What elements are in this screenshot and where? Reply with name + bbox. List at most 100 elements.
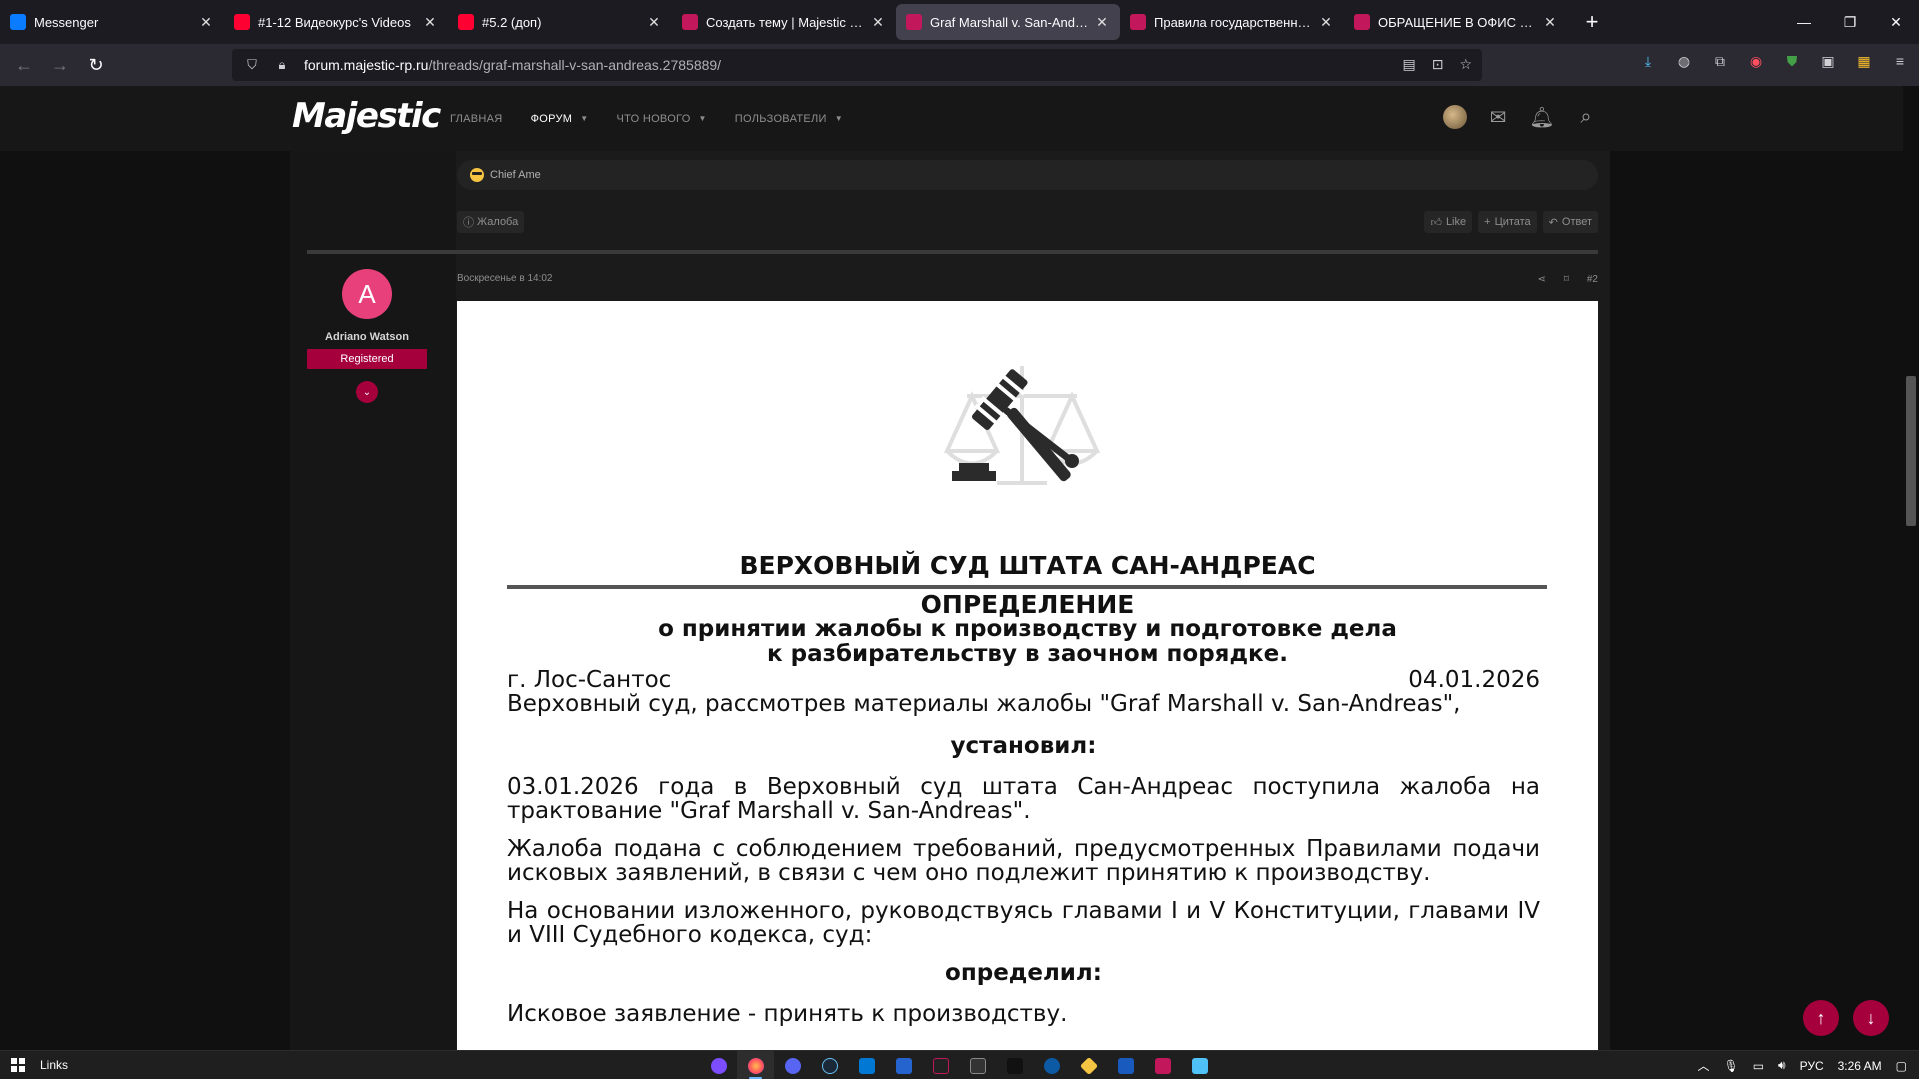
- close-tab-icon[interactable]: ✕: [1094, 14, 1110, 30]
- notes-extension-icon[interactable]: ▣: [1819, 52, 1837, 70]
- start-button[interactable]: [0, 1051, 36, 1079]
- bell-icon[interactable]: 🔔︎: [1529, 104, 1555, 130]
- tray-chevron-icon[interactable]: ︿: [1697, 1057, 1709, 1074]
- heading-rule: [507, 585, 1547, 589]
- lock-icon[interactable]: 🔒︎: [274, 57, 290, 73]
- orb-icon: [710, 1057, 727, 1074]
- search-icon[interactable]: ⌕: [1573, 104, 1599, 130]
- post-number[interactable]: #2: [1587, 274, 1598, 285]
- restore-button[interactable]: ❐: [1827, 0, 1873, 44]
- bookmark-star-icon[interactable]: ☆: [1459, 56, 1472, 73]
- menu-users[interactable]: ПОЛЬЗОВАТЕЛИ ▼: [735, 113, 843, 125]
- taskbar-app-edge[interactable]: [1033, 1051, 1070, 1079]
- close-tab-icon[interactable]: ✕: [1318, 14, 1334, 30]
- shield-icon[interactable]: ⛉: [244, 57, 260, 73]
- taskbar-app-word[interactable]: [1107, 1051, 1144, 1079]
- site-header: Majestic ГЛАВНАЯ ФОРУМ ▼ ЧТО НОВОГО ▼ ПОЛЬ…: [0, 86, 1919, 151]
- extension-globe-icon[interactable]: ◍: [1675, 52, 1693, 70]
- network-icon[interactable]: ▭: [1753, 1059, 1764, 1073]
- taskbar-app-powershell[interactable]: [996, 1051, 1033, 1079]
- close-tab-icon[interactable]: ✕: [422, 14, 438, 30]
- back-button[interactable]: ←: [6, 49, 42, 81]
- reload-button[interactable]: ↻: [78, 49, 114, 81]
- determined-heading: определил:: [945, 960, 1102, 986]
- user-avatar[interactable]: [1443, 105, 1467, 129]
- close-tab-icon[interactable]: ✕: [646, 14, 662, 30]
- pocket-icon[interactable]: ⊡: [1432, 56, 1444, 73]
- links-toolbar[interactable]: Links: [40, 1058, 68, 1072]
- browser-tab[interactable]: ОБРАЩЕНИЕ В ОФИС ГЕНЕРАЛЬНОГО ✕: [1344, 4, 1568, 40]
- taskbar-app-majestic[interactable]: [1144, 1051, 1181, 1079]
- reply-label: Ответ: [1561, 216, 1592, 228]
- taskbar-app-discord[interactable]: [774, 1051, 811, 1079]
- browser-tab[interactable]: Правила государственных организаций ✕: [1120, 4, 1344, 40]
- browser-tab[interactable]: Graf Marshall v. San-Andreas | Majestic ✕: [896, 4, 1120, 40]
- taskbar-app-vscode[interactable]: [848, 1051, 885, 1079]
- taskbar-app-todo[interactable]: [885, 1051, 922, 1079]
- quote-button[interactable]: + Цитата: [1478, 211, 1537, 233]
- close-tab-icon[interactable]: ✕: [1542, 14, 1558, 30]
- browser-tab[interactable]: Создать тему | Majestic Role Play ✕: [672, 4, 896, 40]
- author-name[interactable]: Adriano Watson: [307, 331, 427, 343]
- page-scrollbar[interactable]: [1903, 86, 1919, 1050]
- language-indicator[interactable]: РУС: [1800, 1059, 1824, 1073]
- scrollbar-thumb[interactable]: [1906, 376, 1916, 526]
- address-bar[interactable]: ⛉ 🔒︎ forum.majestic-rp.ru/threads/graf-m…: [232, 49, 1482, 81]
- menu-forum[interactable]: ФОРУМ ▼: [531, 113, 589, 125]
- chevron-down-icon: ▼: [834, 114, 843, 123]
- document-body: г. Лос-Сантос 04.01.2026 Верховный суд, …: [507, 668, 1540, 1040]
- taskbar-app-terminal[interactable]: [959, 1051, 996, 1079]
- taskbar-app-orb[interactable]: [700, 1051, 737, 1079]
- report-button[interactable]: ⓘ Жалоба: [457, 211, 525, 233]
- forward-button[interactable]: →: [42, 49, 78, 81]
- close-tab-icon[interactable]: ✕: [198, 14, 214, 30]
- majestic-icon: [1130, 14, 1146, 30]
- tab-title: Graf Marshall v. San-Andreas | Majestic: [930, 14, 1088, 30]
- screenshot-icon[interactable]: ◉: [1747, 52, 1765, 70]
- volume-icon[interactable]: 🔊︎: [1778, 1058, 1786, 1073]
- clock[interactable]: 3:26 AM: [1838, 1059, 1882, 1073]
- downloads-icon[interactable]: ⤓: [1639, 52, 1657, 70]
- taskbar-app-rider[interactable]: [922, 1051, 959, 1079]
- new-tab-button[interactable]: +: [1576, 6, 1608, 38]
- expand-author-button[interactable]: ⌄: [356, 381, 378, 403]
- browser-tab[interactable]: #1-12 Видеокурс's Videos ✕: [224, 4, 448, 40]
- document-title: ОПРЕДЕЛЕНИЕ о принятии жалобы к производ…: [457, 592, 1598, 667]
- grid-extension-icon[interactable]: ▦: [1855, 52, 1873, 70]
- reader-view-icon[interactable]: ▤: [1402, 56, 1415, 73]
- taskbar-app-firefox[interactable]: [737, 1051, 774, 1079]
- bookmark-icon[interactable]: ⌑: [1564, 274, 1569, 285]
- majestic-icon: [906, 14, 922, 30]
- chevron-down-icon: ⌄: [362, 386, 372, 398]
- reaction-bar[interactable]: Chief Ame: [457, 160, 1598, 190]
- browser-tab[interactable]: Messenger ✕: [0, 4, 224, 40]
- like-button[interactable]: 👍︎ Like: [1424, 211, 1473, 233]
- minimize-button[interactable]: —: [1781, 0, 1827, 44]
- scroll-top-button[interactable]: ↑: [1803, 1000, 1839, 1036]
- browser-tab-strip: Messenger ✕ #1-12 Видеокурс's Videos ✕ #5.2 …: [0, 0, 1919, 44]
- close-tab-icon[interactable]: ✕: [870, 14, 886, 30]
- close-window-button[interactable]: ✕: [1873, 0, 1919, 44]
- taskbar-app-git[interactable]: [1070, 1051, 1107, 1079]
- menu-hamburger-icon[interactable]: ≡: [1891, 52, 1909, 70]
- menu-forum-label: ФОРУМ: [530, 112, 573, 125]
- scroll-bottom-button[interactable]: ↓: [1853, 1000, 1889, 1036]
- mail-icon[interactable]: ✉: [1485, 104, 1511, 130]
- adblock-shield-icon[interactable]: ⛊: [1783, 52, 1801, 70]
- microphone-icon[interactable]: 🎙︎: [1723, 1059, 1738, 1073]
- chevron-down-icon: ▼: [580, 114, 589, 123]
- taskbar-app-steam[interactable]: [811, 1051, 848, 1079]
- menu-whats-new[interactable]: ЧТО НОВОГО ▼: [616, 113, 706, 125]
- notifications-icon[interactable]: ▢: [1896, 1059, 1907, 1073]
- taskbar-app-image-viewer[interactable]: [1181, 1051, 1218, 1079]
- majestic-logo[interactable]: Majestic: [292, 96, 441, 136]
- extensions-puzzle-icon[interactable]: ⧉: [1711, 52, 1729, 70]
- author-avatar[interactable]: A: [342, 269, 392, 319]
- menu-home[interactable]: ГЛАВНАЯ: [450, 113, 503, 125]
- browser-tab[interactable]: #5.2 (доп) ✕: [448, 4, 672, 40]
- thumbs-up-icon: 👍︎: [1430, 216, 1442, 229]
- share-icon[interactable]: ⋖: [1537, 274, 1545, 285]
- reply-button[interactable]: ↶ Ответ: [1542, 211, 1598, 233]
- post-date[interactable]: Воскресенье в 14:02: [457, 273, 552, 284]
- reaction-user[interactable]: Chief Ame: [490, 169, 541, 181]
